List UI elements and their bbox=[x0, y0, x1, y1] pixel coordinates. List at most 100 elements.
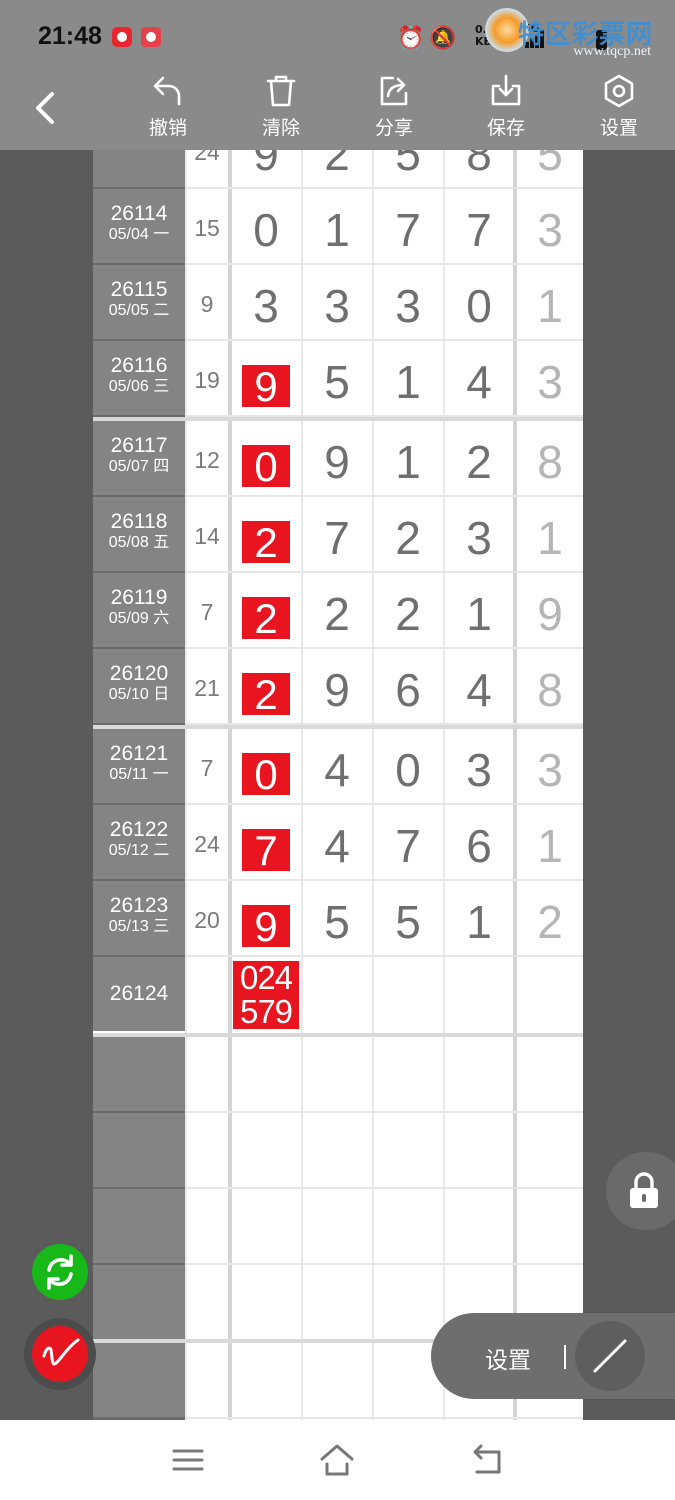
digit-value: 1 bbox=[466, 896, 492, 948]
digit-value: 3 bbox=[253, 280, 279, 332]
settings-label: 设置 bbox=[599, 117, 638, 139]
extra-cell: 5 bbox=[537, 150, 563, 180]
sum-cell: 9 bbox=[200, 291, 214, 317]
back-button[interactable] bbox=[26, 88, 66, 128]
digit-cell[interactable]: 1 bbox=[302, 203, 372, 257]
digit-cell[interactable]: 9 bbox=[302, 435, 372, 489]
prediction-box[interactable]: 024 579 bbox=[233, 961, 299, 1029]
empty-row[interactable] bbox=[93, 1113, 583, 1189]
table-row[interactable]: 26120 05/10 日 21 2 9 6 4 8 bbox=[93, 649, 583, 725]
digit-cell[interactable]: 2 bbox=[444, 435, 514, 489]
digit-cell[interactable]: 9 bbox=[231, 898, 301, 952]
digit-cell[interactable]: 2 bbox=[231, 590, 301, 644]
digit-cell[interactable]: 3 bbox=[302, 279, 372, 333]
digit-cell[interactable]: 1 bbox=[444, 587, 514, 641]
download-icon bbox=[491, 74, 521, 106]
digit-cell[interactable]: 5 bbox=[373, 150, 443, 181]
empty-row[interactable] bbox=[93, 1037, 583, 1113]
table-row[interactable]: 26115 05/05 二933301 bbox=[93, 265, 583, 341]
digit-cell[interactable]: 4 bbox=[302, 743, 372, 797]
empty-row[interactable] bbox=[93, 1189, 583, 1265]
issue-number: 26119 bbox=[110, 586, 168, 609]
digit-cell[interactable]: 2 bbox=[231, 666, 301, 720]
mute-icon: 🔕 bbox=[429, 26, 457, 51]
digit-cell[interactable]: 3 bbox=[373, 279, 443, 333]
digit-value: 1 bbox=[395, 436, 421, 488]
digit-cell[interactable]: 1 bbox=[444, 895, 514, 949]
digit-cell[interactable]: 2 bbox=[373, 511, 443, 565]
digit-cell[interactable]: 2 bbox=[302, 587, 372, 641]
sync-button[interactable] bbox=[32, 1244, 88, 1300]
table-row[interactable]: 26116 05/06 三 19 9 5 1 4 3 bbox=[93, 341, 583, 417]
table-row[interactable]: 26119 05/09 六722219 bbox=[93, 573, 583, 649]
digit-cell[interactable]: 1 bbox=[373, 355, 443, 409]
sum-cell: 20 bbox=[194, 907, 220, 933]
digit-cell[interactable]: 0 bbox=[373, 743, 443, 797]
prediction-row[interactable]: 26124 024 579 bbox=[93, 957, 583, 1033]
issue-number: 26123 bbox=[109, 894, 169, 917]
digit-cell[interactable]: 4 bbox=[444, 663, 514, 717]
digit-cell[interactable]: 9 bbox=[231, 358, 301, 412]
table-row[interactable]: 26122 05/12 二 24 7 4 7 6 1 bbox=[93, 805, 583, 881]
digit-value: 4 bbox=[466, 356, 492, 408]
digit-cell[interactable]: 4 bbox=[302, 819, 372, 873]
digit-cell[interactable]: 6 bbox=[444, 819, 514, 873]
table-row[interactable]: 05/03 日 24 9 2 5 8 5 bbox=[93, 150, 583, 189]
issue-cell: 26118 05/08 五 bbox=[93, 497, 185, 571]
digit-cell[interactable]: 3 bbox=[444, 511, 514, 565]
digit-value: 1 bbox=[395, 356, 421, 408]
digit-cell[interactable]: 0 bbox=[444, 279, 514, 333]
clear-button[interactable]: 清除 bbox=[236, 74, 326, 144]
digit-cell[interactable]: 0 bbox=[231, 438, 301, 492]
lock-button[interactable] bbox=[606, 1152, 675, 1230]
digit-cell[interactable]: 5 bbox=[373, 895, 443, 949]
digit-cell[interactable]: 7 bbox=[444, 203, 514, 257]
digit-cell[interactable]: 7 bbox=[231, 822, 301, 876]
sum-cell: 7 bbox=[200, 755, 214, 781]
digit-cell[interactable]: 1 bbox=[373, 435, 443, 489]
digit-cell[interactable]: 6 bbox=[373, 663, 443, 717]
digit-cell[interactable]: 2 bbox=[231, 514, 301, 568]
signature-button[interactable] bbox=[24, 1318, 96, 1390]
prediction-line: 024 bbox=[239, 959, 293, 996]
table-row[interactable]: 26117 05/07 四 12 0 9 1 2 8 bbox=[93, 421, 583, 497]
pen-button[interactable] bbox=[575, 1321, 645, 1391]
digit-cell[interactable]: 2 bbox=[373, 587, 443, 641]
table-row[interactable]: 26121 05/11 一704033 bbox=[93, 729, 583, 805]
settings-button[interactable]: 设置 bbox=[574, 74, 664, 144]
lottery-grid[interactable]: 05/03 日24925852611405/04 一15017732611505… bbox=[93, 150, 583, 1420]
share-button[interactable]: 分享 bbox=[349, 74, 439, 144]
issue-cell: 26116 05/06 三 bbox=[93, 341, 185, 415]
save-button[interactable]: 保存 bbox=[461, 74, 551, 144]
menu-nav-button[interactable] bbox=[170, 1442, 206, 1478]
digit-cell[interactable]: 0 bbox=[231, 203, 301, 257]
digit-cell[interactable]: 4 bbox=[444, 355, 514, 409]
sum-cell: 12 bbox=[194, 447, 220, 473]
undo-button[interactable]: 撤销 bbox=[123, 74, 213, 144]
digit-cell[interactable]: 8 bbox=[444, 150, 514, 181]
issue-number: 26117 bbox=[110, 434, 168, 457]
digit-cell[interactable]: 3 bbox=[444, 743, 514, 797]
issue-cell: 26120 05/10 日 bbox=[93, 649, 185, 723]
digit-value: 7 bbox=[395, 820, 421, 872]
digit-cell[interactable]: 3 bbox=[231, 279, 301, 333]
table-row[interactable]: 26118 05/08 五 14 2 7 2 3 1 bbox=[93, 497, 583, 573]
issue-number: 26115 bbox=[110, 278, 168, 301]
share-icon bbox=[380, 76, 408, 106]
digit-cell[interactable]: 0 bbox=[231, 746, 301, 800]
table-row[interactable]: 26123 05/13 三 20 9 5 5 1 2 bbox=[93, 881, 583, 957]
pill-settings-button[interactable]: 设置 bbox=[485, 1341, 531, 1375]
table-row[interactable]: 26114 05/04 一 15 0 1 7 7 3 bbox=[93, 189, 583, 265]
digit-cell[interactable]: 7 bbox=[302, 511, 372, 565]
digit-cell[interactable]: 2 bbox=[302, 150, 372, 181]
digit-cell[interactable]: 5 bbox=[302, 355, 372, 409]
home-nav-button[interactable] bbox=[319, 1442, 355, 1478]
digit-cell[interactable]: 7 bbox=[373, 203, 443, 257]
digit-cell[interactable]: 9 bbox=[231, 150, 301, 181]
digit-cell[interactable]: 7 bbox=[373, 819, 443, 873]
digit-cell[interactable]: 5 bbox=[302, 895, 372, 949]
issue-number: 26116 bbox=[110, 354, 168, 377]
digit-cell[interactable]: 9 bbox=[302, 663, 372, 717]
back-nav-button[interactable] bbox=[469, 1442, 505, 1478]
digit-value: 9 bbox=[324, 664, 350, 716]
